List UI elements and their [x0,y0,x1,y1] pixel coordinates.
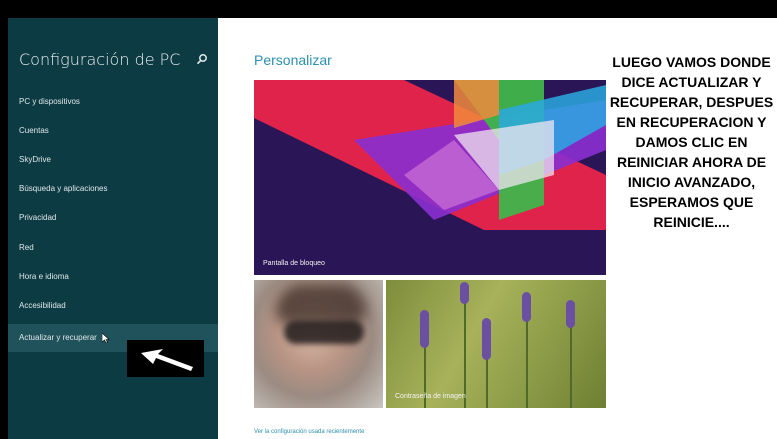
avatar-hair [276,284,366,324]
picture-password-tile[interactable]: Contraseña de imagen [386,280,606,408]
lock-screen-label: Pantalla de bloqueo [263,260,325,267]
lavender-flower [566,300,575,328]
sidebar-item-time-language[interactable]: Hora e idioma [8,263,218,291]
avatar-sunglasses [284,320,364,344]
sidebar-item-privacy[interactable]: Privacidad [8,204,218,232]
sidebar-item-pc-devices[interactable]: PC y dispositivos [8,88,218,116]
page-title: Personalizar [254,52,332,68]
sidebar-item-accessibility[interactable]: Accesibilidad [8,292,218,320]
arrow-callout [127,340,204,377]
recent-settings-link[interactable]: Ver la configuración usada recientemente [254,429,364,435]
sidebar-item-accounts[interactable]: Cuentas [8,117,218,145]
lavender-stem [464,288,466,408]
lavender-flower [482,318,491,360]
top-black-bar [0,0,777,18]
account-picture-tile[interactable] [254,280,383,408]
arrow-pointer-icon [141,349,193,371]
search-icon[interactable] [196,53,208,65]
lavender-flower [460,282,469,304]
mouse-cursor-icon [102,333,110,343]
lock-screen-image [254,80,606,275]
picture-password-label: Contraseña de imagen [395,393,466,400]
sidebar-title: Configuración de PC [19,50,181,69]
personalize-panel: Personalizar Pantalla de bloqueo Contras… [218,18,777,439]
lavender-flower [522,292,531,322]
tutorial-overlay-text: LUEGO VAMOS DONDE DICE ACTUALIZAR Y RECU… [609,54,774,230]
lavender-flower [420,310,429,348]
sidebar-item-search-apps[interactable]: Búsqueda y aplicaciones [8,175,218,203]
sidebar-item-skydrive[interactable]: SkyDrive [8,146,218,174]
lock-screen-tile[interactable]: Pantalla de bloqueo [254,80,606,275]
sidebar-item-network[interactable]: Red [8,234,218,262]
